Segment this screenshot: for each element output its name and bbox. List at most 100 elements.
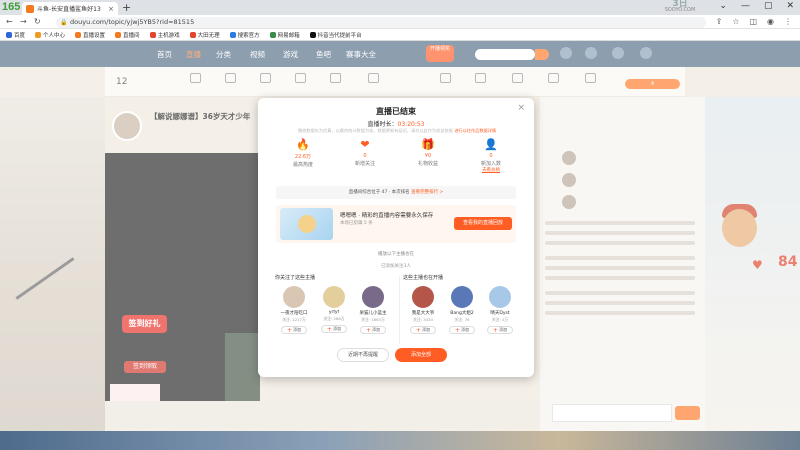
stat-link[interactable]: 去看总榜: [460, 167, 522, 173]
streamer-fans: 关注: 268万: [323, 316, 345, 321]
extensions-icon[interactable]: ◫: [749, 17, 757, 26]
bookmark-item[interactable]: 百度: [6, 31, 25, 39]
stat-value: 0: [363, 153, 367, 159]
bookmark-item[interactable]: 直播间: [115, 31, 140, 39]
streamer-fans: 关注: 1663万: [361, 317, 385, 322]
url-field[interactable]: 🔒 douyu.com/topic/yjwj5YB5?rid=81515: [56, 17, 706, 28]
stat-label: 新增关注: [354, 161, 375, 167]
view-replay-button[interactable]: 查看我的直播回放: [454, 217, 512, 230]
plus-icon: +: [365, 327, 371, 334]
maximize-icon[interactable]: ▢: [764, 1, 773, 11]
add-label: 添加: [293, 327, 302, 332]
modal-title: 直播已结束: [376, 107, 416, 116]
fire-icon: 🔥: [296, 138, 310, 151]
profile-icon[interactable]: ◉: [767, 17, 774, 26]
add-button[interactable]: + 添加: [360, 326, 386, 334]
streamer-avatar[interactable]: [283, 286, 305, 308]
streamer-name: yrfyf: [328, 310, 340, 315]
bookmark-item[interactable]: 网易邮箱: [269, 31, 300, 39]
section-followed-title: 你关注了这些主播: [275, 275, 316, 281]
streamer-name: 我是大大爷: [411, 311, 435, 316]
bookmark-item[interactable]: 直播设置: [75, 31, 105, 39]
streamer-avatar[interactable]: [362, 286, 384, 308]
star-icon[interactable]: ☆: [732, 17, 739, 26]
bookmark-item[interactable]: 主机游戏: [149, 31, 180, 39]
minimize-icon[interactable]: —: [741, 1, 750, 11]
user-icon: 👤: [484, 138, 498, 151]
douyu-favicon-icon: [26, 4, 34, 13]
heart-plus-icon: ❤: [360, 138, 370, 151]
section-divider: [399, 276, 400, 344]
close-window-icon[interactable]: ✕: [786, 1, 794, 11]
reload-icon[interactable]: ↻: [34, 17, 41, 26]
bookmark-icon: [309, 31, 316, 38]
add-button[interactable]: + 添加: [487, 326, 513, 334]
bookmark-icon: [115, 31, 122, 38]
bookmark-item[interactable]: 个人中心: [35, 31, 65, 39]
window-controls: ⌄ — ▢ ✕: [719, 1, 794, 11]
streamer-name: 一夜才陪吃口: [280, 311, 308, 316]
streamer-fans: 关注: 76: [454, 317, 470, 322]
browser-tab[interactable]: 斗鱼-长安直播鲨鱼好13 ×: [22, 2, 118, 15]
address-bar: ← → ↻ 🔒 douyu.com/topic/yjwj5YB5?rid=815…: [0, 15, 800, 29]
bookmark-icon: [189, 31, 196, 38]
add-button[interactable]: + 添加: [449, 326, 475, 334]
ranking-bar: 直播间综合位于 47 · 本次排名 查看完整排行 >: [276, 186, 516, 199]
back-icon[interactable]: ←: [6, 17, 13, 26]
tips-link[interactable]: 进行以往作品数据详情: [454, 128, 496, 133]
add-button[interactable]: + 添加: [281, 326, 307, 334]
streamer-fans: 关注: 3434: [413, 317, 433, 322]
plus-icon: +: [326, 326, 332, 333]
tab-search-icon[interactable]: ⌄: [719, 1, 727, 11]
stat-item: ❤ 0 新增关注: [334, 138, 396, 167]
bookmark-icon: [75, 31, 82, 38]
bookmark-icon: [229, 31, 236, 38]
bookmark-icon: [35, 31, 42, 38]
more-subtext: 已添加关注3人: [381, 264, 411, 269]
replay-subtitle: 本场已剪辑 5 条: [340, 221, 373, 226]
add-label: 添加: [461, 327, 470, 332]
duration-value: 03:20:53: [397, 121, 425, 128]
streamer-name: 呆猫儿小蓝主: [359, 311, 387, 316]
stat-value: 0: [489, 153, 493, 159]
streamer-card: yrfyf 关注: 268万 + 添加: [316, 286, 352, 333]
url-text: douyu.com/topic/yjwj5YB5?rid=81515: [70, 18, 195, 26]
streamer-avatar[interactable]: [489, 286, 511, 308]
streamer-card: 晴天Dyst 关注: 2万 + 添加: [482, 286, 518, 334]
add-button[interactable]: + 添加: [410, 326, 436, 334]
section-recommended-title: 这些主播也在开播: [403, 275, 444, 281]
streamer-avatar[interactable]: [451, 286, 473, 308]
menu-icon[interactable]: ⋮: [784, 17, 792, 26]
stat-value: 22.6万: [294, 154, 312, 160]
plus-icon: +: [492, 327, 498, 334]
add-button[interactable]: + 添加: [321, 325, 347, 333]
brand-logo: 165: [2, 1, 21, 13]
forward-icon[interactable]: →: [20, 17, 27, 26]
streamer-name: 晴天Dyst: [490, 311, 510, 316]
stream-duration: 直播时长：03:20:53: [258, 119, 534, 128]
add-all-button[interactable]: 添加全部: [395, 348, 447, 362]
new-tab-button[interactable]: +: [122, 1, 131, 14]
replay-title: 嗯嗯嗯 · 精彩的直播内容需要永久保存: [340, 213, 434, 219]
tab-close-icon[interactable]: ×: [108, 5, 114, 13]
streamer-avatar[interactable]: [412, 286, 434, 308]
bookmark-item[interactable]: 搜索官方: [229, 31, 260, 39]
streamer-avatar[interactable]: [323, 286, 345, 308]
no-remind-button[interactable]: 近期不再提醒: [337, 348, 389, 362]
share-icon[interactable]: ⇪: [716, 17, 723, 26]
streamer-card: 呆猫儿小蓝主 关注: 1663万 + 添加: [355, 286, 391, 334]
add-label: 添加: [499, 327, 508, 332]
tips-text: 播放数据仅为估算，以最终统计数据为准，数据更新有延迟，请勿以此作为收益依据: [297, 128, 453, 133]
bookmark-item[interactable]: 抖音当代提前平台: [309, 31, 362, 39]
gift-icon: 🎁: [421, 138, 435, 151]
ranking-link[interactable]: 查看完整排行 >: [411, 190, 443, 195]
duration-label: 直播时长：: [367, 121, 398, 128]
add-label: 添加: [422, 327, 431, 332]
bookmark-icon: [6, 31, 12, 38]
streamer-fans: 关注: 2217万: [282, 317, 306, 322]
bookmark-item[interactable]: 大田无理: [189, 31, 220, 39]
stats-row: 🔥 22.6万 最高热度 ❤ 0 新增关注 🎁 ¥0 礼物收益 👤 0 新加入数…: [272, 138, 522, 180]
streamer-name: Bang大姐2: [450, 311, 474, 316]
stream-ended-modal: × 直播已结束 直播时长：03:20:53 播放数据仅为估算，以最终统计数据为准…: [258, 98, 534, 377]
streamer-card: 一夜才陪吃口 关注: 2217万 + 添加: [276, 286, 312, 334]
